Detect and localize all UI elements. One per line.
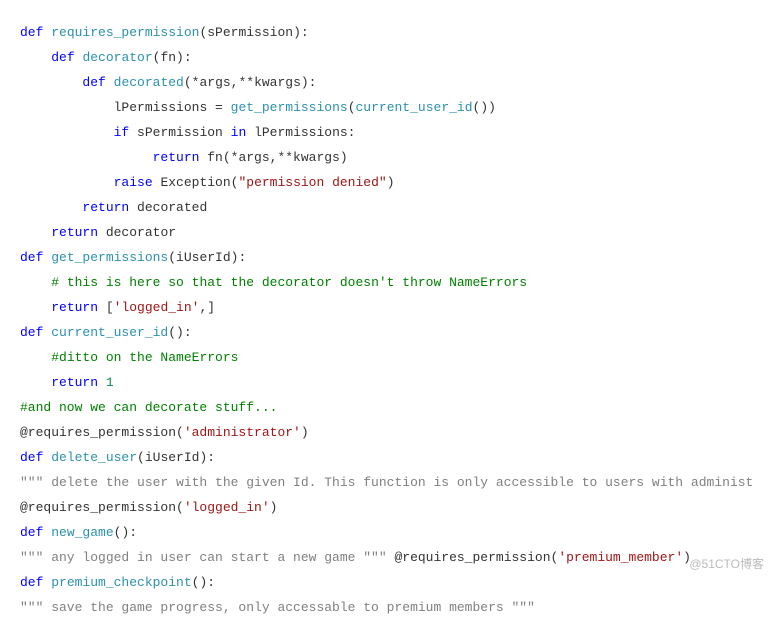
code-line: return 1 [20, 375, 114, 390]
comment: # this is here so that the decorator doe… [51, 275, 527, 290]
function-name: requires_permission [51, 25, 199, 40]
code-line: """ any logged in user can start a new g… [20, 550, 691, 565]
code-line: """ save the game progress, only accessa… [20, 600, 535, 615]
code-line: def new_game(): [20, 525, 137, 540]
code-line: return decorated [20, 200, 207, 215]
code-snippet: def requires_permission(sPermission): de… [0, 0, 772, 620]
code-line: def current_user_id(): [20, 325, 192, 340]
keyword: def [20, 25, 43, 40]
code-line: return decorator [20, 225, 176, 240]
code-line: def get_permissions(iUserId): [20, 250, 246, 265]
code-line: """ delete the user with the given Id. T… [20, 475, 753, 490]
code-line: def decorator(fn): [20, 50, 192, 65]
code-line: def decorated(*args,**kwargs): [20, 75, 316, 90]
code-line: def premium_checkpoint(): [20, 575, 215, 590]
code-line: raise Exception("permission denied") [20, 175, 395, 190]
code-line: def requires_permission(sPermission): [20, 25, 309, 40]
code-line: @requires_permission('administrator') [20, 425, 309, 440]
code-line: #ditto on the NameErrors [20, 350, 238, 365]
code-line: # this is here so that the decorator doe… [20, 275, 527, 290]
code-line: lPermissions = get_permissions(current_u… [20, 100, 496, 115]
string-literal: "permission denied" [238, 175, 386, 190]
code-line: return ['logged_in',] [20, 300, 215, 315]
number-literal: 1 [106, 375, 114, 390]
code-line: def delete_user(iUserId): [20, 450, 215, 465]
code-line: @requires_permission('logged_in') [20, 500, 277, 515]
code-line: if sPermission in lPermissions: [20, 125, 355, 140]
code-line: return fn(*args,**kwargs) [20, 150, 348, 165]
docstring: """ delete the user with the given Id. T… [20, 475, 753, 490]
code-line: #and now we can decorate stuff... [20, 400, 277, 415]
decorator: @requires_permission( [20, 425, 184, 440]
